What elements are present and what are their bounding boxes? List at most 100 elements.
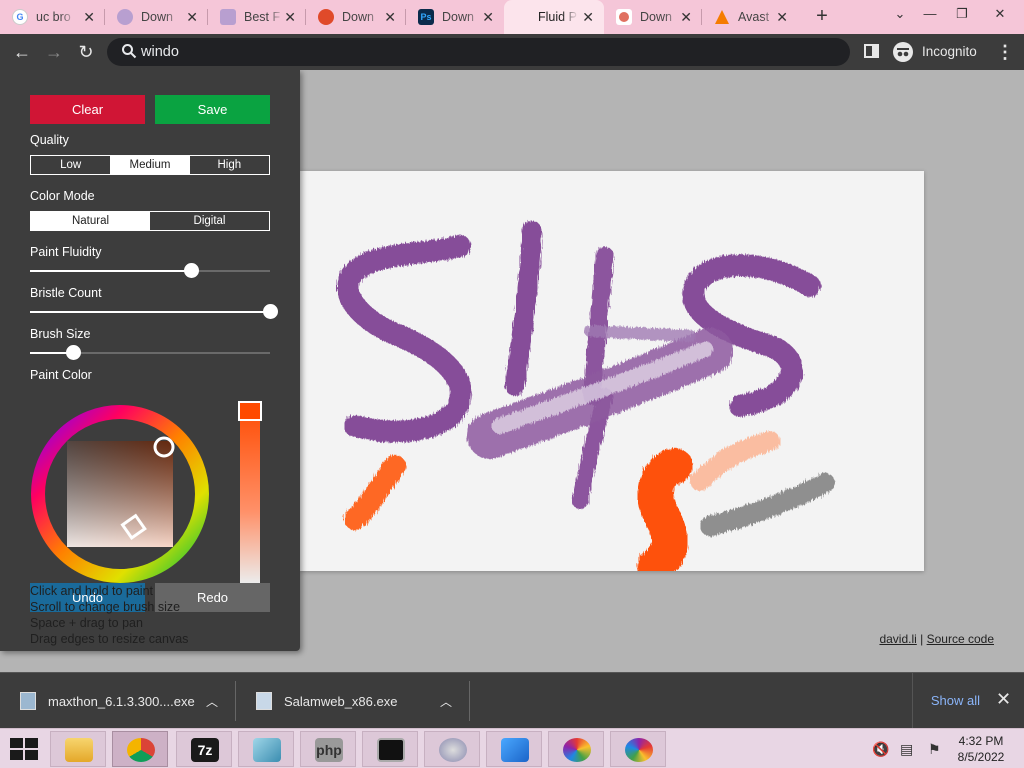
clock-time: 4:32 PM — [958, 734, 1004, 748]
tab-search-chevron-icon[interactable]: ⌄ — [890, 6, 910, 22]
new-tab-button[interactable]: + — [812, 6, 832, 26]
close-icon[interactable]: ✕ — [384, 9, 396, 25]
clock-date: 8/5/2022 — [957, 750, 1005, 764]
help-text: Click and hold to paint Scroll to change… — [30, 583, 188, 647]
incognito-label: Incognito — [922, 44, 977, 59]
forward-arrow-icon[interactable]: → — [44, 42, 64, 62]
tab-title: uc bro — [36, 10, 71, 24]
command-prompt-icon[interactable] — [362, 731, 418, 767]
download-shelf: maxthon_6.1.3.300....exe ︿ Salamweb_x86.… — [0, 672, 1024, 729]
7zip-glyph: 7z — [191, 738, 219, 762]
disc-glyph — [439, 738, 467, 762]
close-icon[interactable]: ✕ — [83, 9, 95, 25]
slider-handle[interactable] — [263, 304, 278, 319]
back-arrow-icon[interactable]: ← — [12, 42, 32, 62]
close-icon[interactable]: ✕ — [284, 9, 296, 25]
author-link[interactable]: david.li — [879, 632, 916, 646]
visual-studio-icon[interactable] — [486, 731, 542, 767]
color-mode-digital[interactable]: Digital — [150, 212, 269, 230]
address-input[interactable] — [141, 42, 821, 62]
color-mode-selector: Natural Digital — [30, 211, 270, 231]
tab-title: Down — [442, 10, 474, 24]
quality-high[interactable]: High — [190, 156, 269, 174]
close-icon[interactable]: ✕ — [582, 9, 594, 25]
tab-title: Best F — [244, 10, 281, 24]
chrome-glyph — [127, 738, 155, 762]
close-icon[interactable]: ✕ — [482, 9, 494, 25]
show-all-downloads-link[interactable]: Show all — [912, 673, 980, 729]
reload-icon[interactable]: ↻ — [76, 42, 96, 62]
save-button[interactable]: Save — [155, 95, 270, 124]
window-close-icon[interactable]: ✕ — [990, 6, 1010, 22]
close-icon[interactable]: ✕ — [680, 9, 692, 25]
media-icon[interactable] — [424, 731, 480, 767]
download-item[interactable]: maxthon_6.1.3.300....exe ︿ — [0, 673, 236, 729]
tab-7[interactable]: Down ✕ — [604, 0, 702, 34]
tab-8[interactable]: Avast ✕ — [702, 0, 798, 34]
kebab-menu-icon[interactable]: ⋮ — [996, 42, 1014, 62]
paint-canvas[interactable] — [300, 171, 924, 584]
exe-file-icon — [20, 692, 36, 710]
exe-file-icon — [256, 692, 272, 710]
color-mode-natural[interactable]: Natural — [31, 212, 150, 230]
tab-2[interactable]: Down ✕ — [105, 0, 208, 34]
brush-size-slider[interactable] — [30, 345, 270, 360]
flag-icon[interactable]: ⚑ — [928, 741, 944, 757]
volume-muted-icon[interactable]: 🔇 — [872, 741, 889, 757]
slider-handle[interactable] — [66, 345, 82, 360]
shelf-divider — [469, 681, 470, 721]
color-wheel-picker[interactable] — [29, 403, 211, 585]
download-site-icon — [117, 9, 133, 25]
side-panel-icon[interactable] — [864, 44, 879, 58]
browser-toolbar: ← → ↻ Incognito ⋮ — [0, 34, 1024, 70]
tab-5[interactable]: Ps Down ✕ — [406, 0, 504, 34]
tab-title: Avast — [738, 10, 770, 24]
tab-3[interactable]: Best F ✕ — [208, 0, 306, 34]
quality-low[interactable]: Low — [31, 156, 110, 174]
restore-icon[interactable]: ❐ — [952, 6, 972, 22]
close-icon[interactable]: ✕ — [186, 9, 198, 25]
source-code-link[interactable]: Source code — [927, 632, 994, 646]
paint-fluidity-slider[interactable] — [30, 263, 270, 278]
download-filename: Salamweb_x86.exe — [284, 693, 398, 709]
php-icon[interactable]: php — [300, 731, 356, 767]
download-item[interactable]: Salamweb_x86.exe ︿ — [236, 673, 470, 729]
quality-medium[interactable]: Medium — [110, 156, 190, 174]
bristle-count-label: Bristle Count — [30, 286, 102, 300]
minimize-icon[interactable]: — — [920, 6, 940, 21]
pinwheel-app-icon[interactable] — [548, 731, 604, 767]
app-glyph — [253, 738, 281, 762]
7zip-icon[interactable]: 7z — [176, 731, 232, 767]
chevron-up-icon[interactable]: ︿ — [206, 693, 218, 710]
app-icon[interactable] — [238, 731, 294, 767]
pinwheel-app-2-icon[interactable] — [610, 731, 666, 767]
color-mode-label: Color Mode — [30, 189, 95, 203]
close-shelf-icon[interactable]: ✕ — [996, 689, 1011, 709]
tab-title: Down — [342, 10, 374, 24]
slider-handle[interactable] — [183, 263, 199, 278]
clock[interactable]: 4:32 PM 8/5/2022 — [950, 733, 1012, 765]
vs-glyph — [501, 738, 529, 762]
tab-6-active[interactable]: Fluid P ✕ — [504, 0, 604, 34]
bristle-count-slider[interactable] — [30, 304, 278, 319]
opacity-bar[interactable] — [240, 403, 260, 583]
windows-start-icon[interactable] — [10, 738, 38, 760]
quality-label: Quality — [30, 133, 69, 147]
tab-4[interactable]: Down ✕ — [306, 0, 406, 34]
address-bar[interactable] — [107, 38, 850, 66]
tab-title: Down — [640, 10, 672, 24]
clear-button[interactable]: Clear — [30, 95, 145, 124]
softonic-icon — [318, 9, 334, 25]
tab-1[interactable]: G uc bro ✕ — [0, 0, 105, 34]
pinwheel-glyph — [625, 738, 653, 762]
chrome-icon[interactable] — [112, 731, 168, 767]
photoshop-icon: Ps — [418, 9, 434, 25]
network-icon[interactable]: ▤ — [900, 741, 916, 757]
tab-strip: G uc bro ✕ Down ✕ Best F ✕ Down ✕ Ps Dow… — [0, 0, 1024, 34]
chevron-up-icon[interactable]: ︿ — [440, 693, 452, 710]
tab-title: Fluid P — [538, 10, 577, 24]
close-icon[interactable]: ✕ — [776, 9, 788, 25]
incognito-icon[interactable] — [893, 42, 913, 62]
footer-separator: | — [920, 632, 924, 646]
file-explorer-icon[interactable] — [50, 731, 106, 767]
